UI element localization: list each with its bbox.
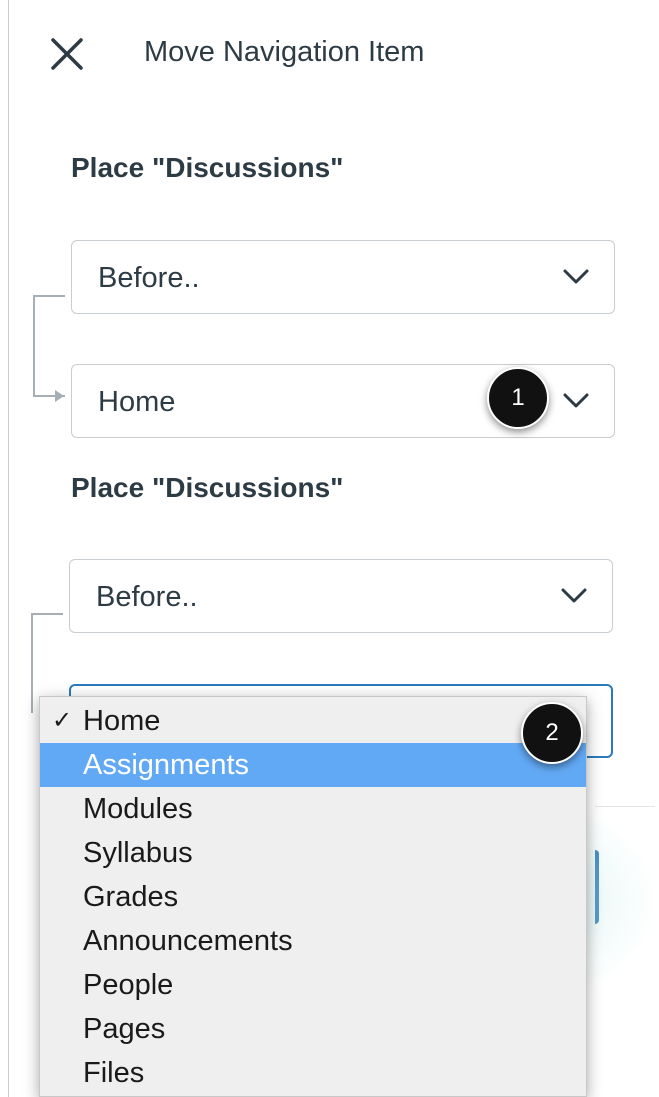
checkmark-icon: ✓ [52,707,73,734]
dropdown-option-assignments[interactable]: Assignments [40,743,586,787]
chevron-down-icon [563,269,589,284]
dropdown-option-pages[interactable]: Pages [40,1007,586,1051]
connector-arrow-icon [55,390,64,402]
dropdown-option-modules[interactable]: Modules [40,787,586,831]
dropdown-option-home[interactable]: ✓ Home [40,699,586,743]
position-select-1-value: Before.. [98,262,200,294]
dropdown-option-files[interactable]: Files [40,1051,586,1095]
position-select-2[interactable]: Before.. [69,559,613,633]
callout-2: 2 [521,702,583,764]
callout-1: 1 [487,367,549,429]
close-button[interactable] [49,36,85,72]
position-select-2-value: Before.. [96,581,198,613]
dropdown-option-announcements[interactable]: Announcements [40,919,586,963]
panel-title: Move Navigation Item [144,36,425,68]
dropdown-option-grades[interactable]: Grades [40,875,586,919]
dropdown-option-people[interactable]: People [40,963,586,1007]
dropdown-option-syllabus[interactable]: Syllabus [40,831,586,875]
connector-line-1 [33,295,65,397]
chevron-down-icon [563,393,589,408]
place-label-1: Place "Discussions" [71,152,344,183]
position-select-1[interactable]: Before.. [71,240,615,314]
target-dropdown-list[interactable]: ✓ Home Assignments Modules Syllabus Grad… [39,696,587,1097]
close-icon[interactable] [49,36,85,72]
target-select-1-value: Home [98,386,176,418]
chevron-down-icon [561,588,587,603]
place-label-2: Place "Discussions" [71,472,344,503]
